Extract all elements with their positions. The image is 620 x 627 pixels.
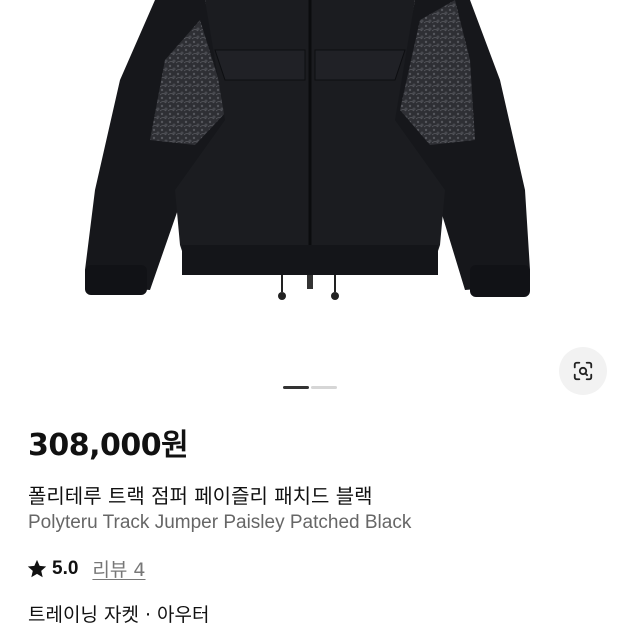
visual-search-button[interactable] [559,347,607,395]
product-image[interactable] [0,0,620,360]
product-price: 308,000원 [28,428,189,463]
star-icon [27,559,47,577]
jacket-illustration [85,0,530,300]
product-name-korean: 폴리테루 트랙 점퍼 페이즐리 패치드 블랙 [28,484,373,508]
visual-search-icon [573,361,593,381]
review-link[interactable]: 리뷰 4 [92,555,145,582]
rating-row: 5.0 리뷰 4 [26,555,146,582]
rating-value: 5.0 [52,557,79,579]
gallery-pagination [283,386,337,389]
gallery-dot[interactable] [311,386,337,389]
product-category[interactable]: 트레이닝 자켓 · 아우터 [28,600,209,627]
product-name-english: Polyteru Track Jumper Paisley Patched Bl… [28,512,412,533]
gallery-dot-active[interactable] [283,386,309,389]
